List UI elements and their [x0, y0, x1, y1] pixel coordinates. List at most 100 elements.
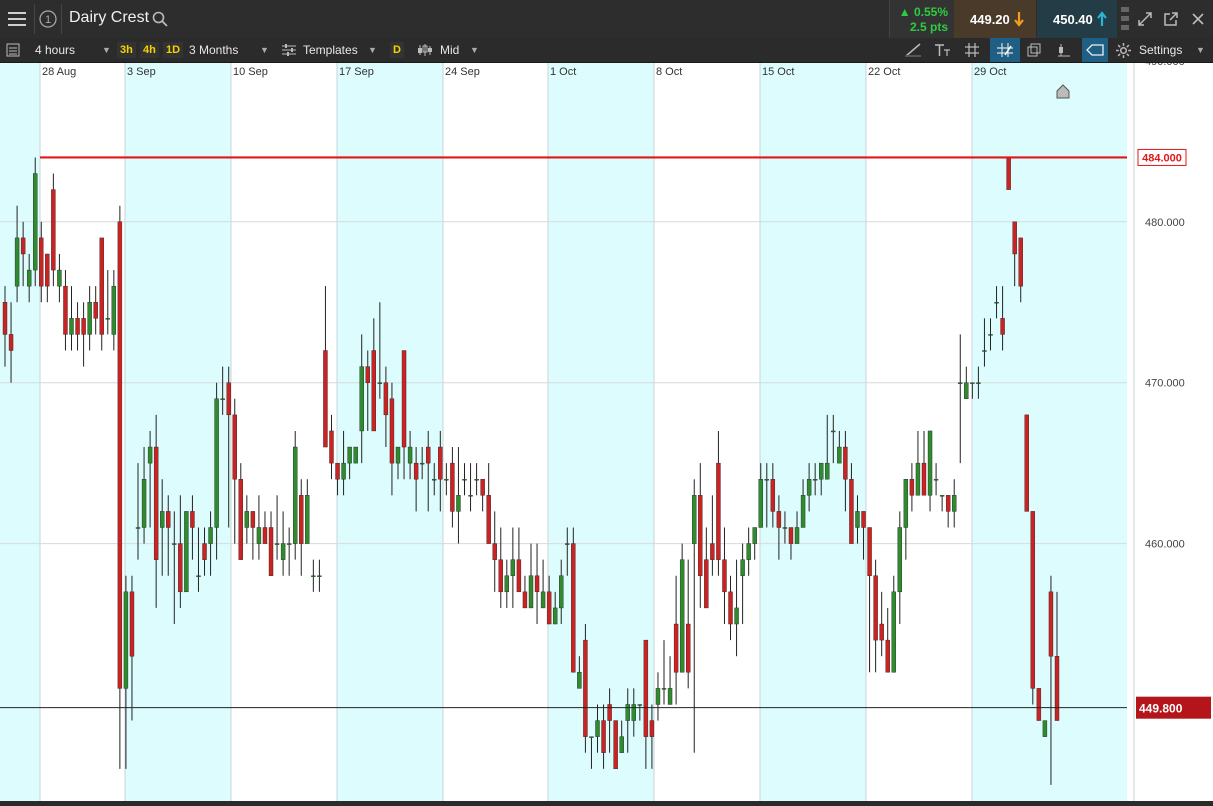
copy-icon[interactable]	[1027, 38, 1041, 62]
candle-body	[776, 511, 782, 528]
candle-body	[861, 511, 866, 528]
y-tick-label: 470.000	[1145, 378, 1185, 390]
interval-value: 4 hours	[35, 43, 76, 57]
buy-button[interactable]: 450.40	[1037, 0, 1117, 38]
candle-body	[607, 704, 612, 721]
chevron-down-icon: ▼	[102, 45, 111, 55]
candle-body	[486, 495, 491, 544]
candle-body	[347, 446, 352, 464]
candle-body	[2, 302, 8, 335]
candle-body	[806, 479, 812, 496]
week-bands	[0, 63, 1213, 801]
interval-select[interactable]: 4 hours	[35, 38, 75, 62]
current-price-label: 449.800	[1139, 702, 1183, 716]
crosshair-icon[interactable]	[990, 38, 1020, 62]
candle-body	[728, 591, 733, 625]
candle-body	[317, 575, 322, 577]
candle-body	[401, 350, 407, 448]
candle-body	[81, 318, 86, 335]
size-slider[interactable]	[1118, 0, 1132, 38]
candle-body	[510, 559, 516, 576]
instrument-title: Dairy Crest	[69, 9, 150, 26]
candle-body	[335, 462, 340, 480]
candle-body	[172, 543, 177, 545]
info-circle-icon[interactable]: 1	[37, 0, 59, 38]
candle-body	[8, 334, 14, 351]
candle-body	[1018, 237, 1023, 287]
d-badge[interactable]: D	[390, 42, 404, 58]
x-tick-label: 3 Sep	[127, 66, 156, 78]
list-icon[interactable]	[6, 38, 20, 62]
candle-body	[462, 479, 467, 481]
templates-label: Templates	[303, 43, 358, 57]
settings-button[interactable]: Settings	[1139, 38, 1182, 62]
candle-body	[945, 495, 951, 512]
tag-icon[interactable]	[1082, 38, 1108, 62]
candle-body	[45, 253, 50, 287]
draw-line-icon[interactable]	[905, 38, 921, 62]
candle-body	[202, 543, 207, 560]
text-tool-icon[interactable]	[934, 38, 952, 62]
candle-body	[208, 527, 213, 544]
candle-body	[1036, 688, 1042, 721]
candle-body	[873, 575, 878, 641]
candle-body	[825, 462, 830, 480]
settings-label: Settings	[1139, 43, 1183, 57]
search-icon[interactable]	[150, 0, 170, 38]
templates-button[interactable]: Templates	[303, 38, 358, 62]
candle-body	[958, 382, 963, 384]
candle-body	[75, 318, 80, 335]
candle-body	[39, 237, 44, 287]
sell-price: 449.20	[970, 11, 1010, 27]
price-chart[interactable]: 484.000 449.800 28 Aug 3 Sep 10 Sep 17 Sep 24…	[0, 56, 1213, 801]
candle-body	[220, 398, 225, 400]
candle-body	[710, 543, 715, 560]
candle-body	[159, 511, 165, 528]
candle-body	[843, 446, 848, 480]
candle-body	[111, 285, 117, 335]
candle-body	[250, 511, 256, 528]
popout-icon[interactable]	[1160, 0, 1182, 38]
candle-body	[722, 559, 727, 593]
candle-body	[274, 543, 280, 545]
price-type-select[interactable]: Mid	[440, 38, 459, 62]
candle-body	[661, 688, 667, 690]
candle-body	[837, 446, 842, 464]
sell-button[interactable]: 449.20	[954, 0, 1036, 38]
candle-body	[577, 672, 582, 689]
quick-interval-4h[interactable]: 4h	[140, 42, 159, 58]
menu-icon[interactable]	[0, 0, 34, 38]
candle-body	[353, 446, 358, 464]
gear-icon[interactable]	[1116, 38, 1131, 62]
x-tick-label: 17 Sep	[339, 66, 374, 78]
candle-body	[1054, 656, 1060, 721]
quick-interval-3h[interactable]: 3h	[117, 42, 136, 58]
candle-body	[190, 511, 195, 528]
range-select[interactable]: 3 Months	[189, 38, 238, 62]
quick-interval-1d[interactable]: 1D	[163, 42, 184, 58]
chevron-down-icon: ▼	[368, 45, 377, 55]
candle-body	[498, 559, 503, 593]
candle-body	[915, 462, 921, 496]
candle-body	[33, 173, 38, 271]
candle-body	[764, 479, 769, 481]
candle-body	[123, 591, 129, 689]
change-percent: ▲ 0.55%	[898, 5, 948, 19]
candle-body	[534, 575, 540, 593]
candle-body	[407, 446, 413, 464]
candle-icon[interactable]	[1057, 38, 1071, 62]
candlestick-chart[interactable]: 484.000 449.800 28 Aug 3 Sep 10 Sep 17 Sep 24…	[0, 56, 1213, 801]
grid-icon[interactable]	[965, 38, 979, 62]
candle-body	[552, 607, 558, 625]
candle-body	[286, 543, 292, 545]
candle-body	[1006, 157, 1011, 190]
chart-type-icon[interactable]	[417, 38, 433, 62]
expand-icon[interactable]	[1134, 0, 1156, 38]
close-icon[interactable]	[1187, 0, 1209, 38]
candle-body	[389, 398, 395, 464]
candle-body	[982, 350, 987, 352]
candle-body	[970, 382, 975, 384]
candle-body	[933, 479, 939, 481]
candle-body	[649, 720, 655, 737]
candle-body	[377, 382, 383, 384]
